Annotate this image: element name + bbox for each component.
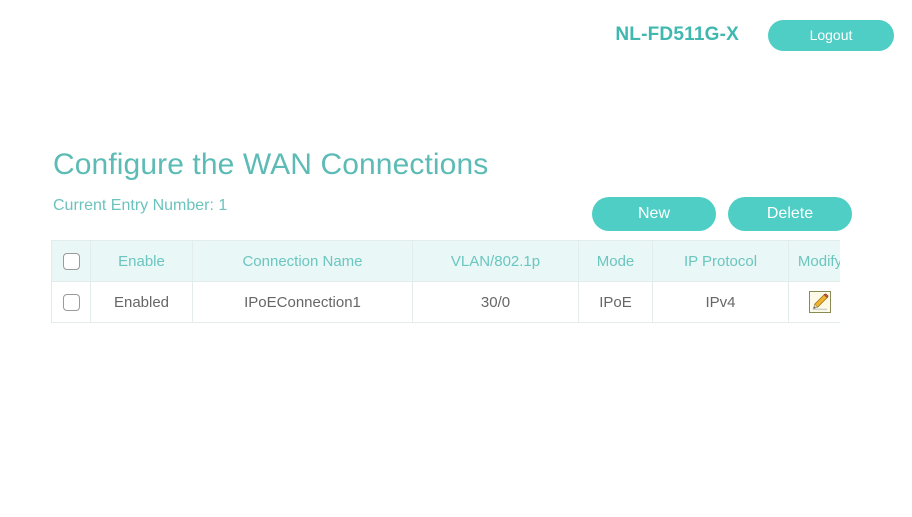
column-header-mode: Mode: [578, 240, 653, 282]
row-select-cell: [51, 281, 91, 323]
select-all-checkbox[interactable]: [62, 252, 80, 270]
cell-modify: [788, 281, 840, 323]
cell-mode: IPoE: [578, 281, 653, 323]
column-header-connection-name: Connection Name: [192, 240, 413, 282]
column-header-modify: Modify: [788, 240, 840, 282]
column-header-vlan: VLAN/802.1p: [412, 240, 579, 282]
wan-connections-table-container: Enable Connection Name VLAN/802.1p Mode …: [51, 240, 840, 325]
device-model-label: NL-FD511G-X: [615, 24, 739, 45]
pencil-edit-icon-glyph: [812, 293, 829, 311]
row-select-checkbox[interactable]: [62, 293, 80, 311]
new-button[interactable]: New: [592, 197, 716, 231]
logout-button[interactable]: Logout: [768, 19, 894, 51]
table-header-row: Enable Connection Name VLAN/802.1p Mode …: [51, 240, 840, 282]
table-action-bar: New Delete: [592, 197, 852, 231]
select-all-header: [51, 240, 91, 282]
column-header-enable: Enable: [90, 240, 193, 282]
cell-enable: Enabled: [90, 281, 193, 323]
current-entry-number-label: Current Entry Number: 1: [53, 197, 228, 214]
cell-vlan: 30/0: [412, 281, 579, 323]
pencil-edit-icon[interactable]: [809, 291, 831, 313]
cell-connection-name: IPoEConnection1: [192, 281, 413, 323]
cell-ip-protocol: IPv4: [652, 281, 789, 323]
page-title: Configure the WAN Connections: [53, 148, 489, 181]
delete-button[interactable]: Delete: [728, 197, 852, 231]
top-header: NL-FD511G-X Logout: [0, 0, 912, 70]
column-header-ip-protocol: IP Protocol: [652, 240, 789, 282]
table-row: Enabled IPoEConnection1 30/0 IPoE IPv4: [51, 281, 840, 323]
wan-connections-table: Enable Connection Name VLAN/802.1p Mode …: [51, 240, 840, 323]
